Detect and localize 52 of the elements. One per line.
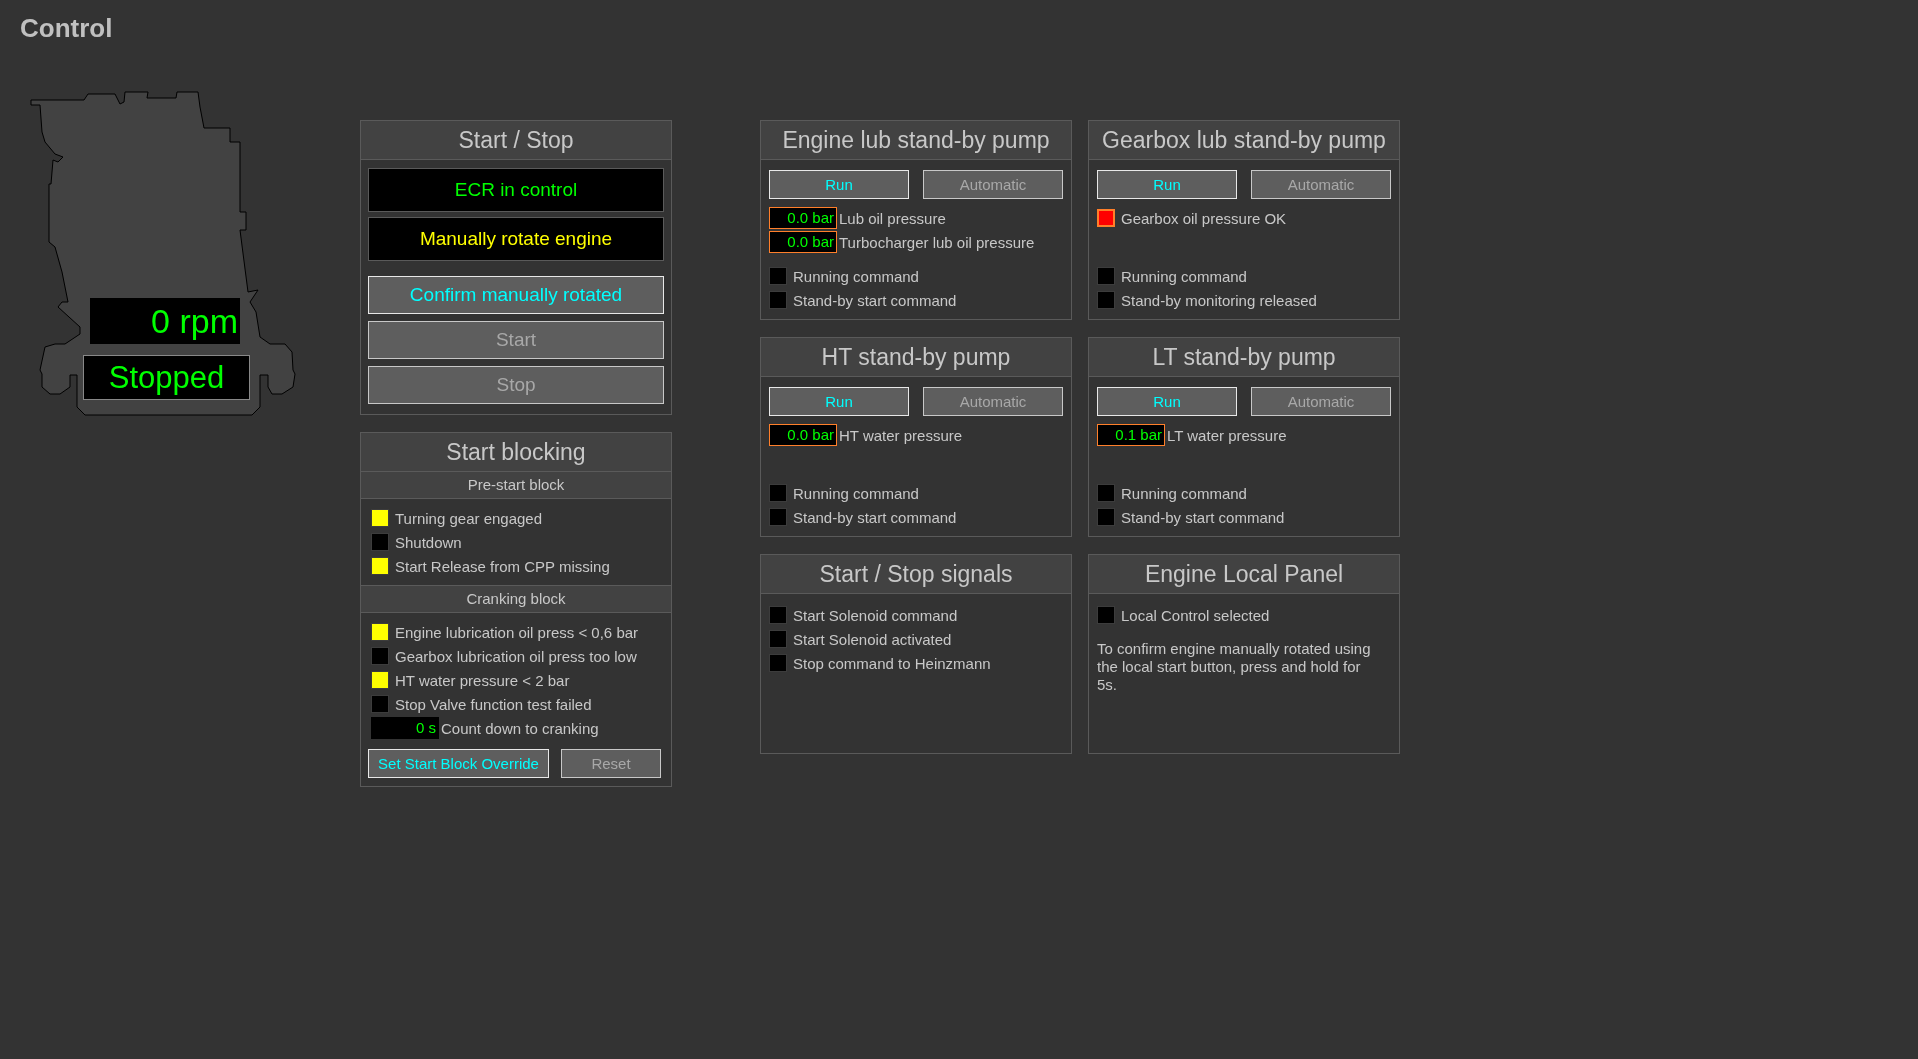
value-readout: 0 s [371, 717, 439, 739]
indicator-label: Running command [793, 267, 919, 285]
panel-title: HT stand-by pump [761, 338, 1071, 377]
panel-title: LT stand-by pump [1089, 338, 1399, 377]
indicator-label: Stop Valve function test failed [395, 695, 592, 713]
command-button[interactable]: Confirm manually rotated [368, 276, 664, 314]
indicator-label: Stand-by start command [1121, 508, 1285, 526]
indicator-label: Stand-by monitoring released [1121, 291, 1317, 309]
readout-label: HT water pressure [838, 426, 963, 444]
mode-button[interactable]: Run [1097, 170, 1237, 199]
readout-label: Lub oil pressure [838, 209, 946, 227]
indicator-label: HT water pressure < 2 bar [395, 671, 570, 689]
indicator-label: Running command [1121, 267, 1247, 285]
indicator-label: Gearbox lubrication oil press too low [395, 647, 637, 665]
readout-label: Turbocharger lub oil pressure [838, 233, 1035, 251]
value-readout: 0.0 bar [769, 207, 837, 229]
indicator-label: Local Control selected [1121, 606, 1270, 624]
indicator-label: Stop command to Heinzmann [793, 654, 991, 672]
indicator-label: Engine lubrication oil press < 0,6 bar [395, 623, 639, 641]
indicator-label: Stand-by start command [793, 291, 957, 309]
indicator-label: Running command [793, 484, 919, 502]
mode-button[interactable]: Run [769, 387, 909, 416]
section-header: Pre-start block [361, 472, 671, 499]
status-display: ECR in control [368, 168, 664, 212]
indicator-label: Running command [1121, 484, 1247, 502]
panel-title: Start / Stop signals [761, 555, 1071, 594]
engine-state-display: Stopped [83, 355, 250, 400]
panel-title: Engine Local Panel [1089, 555, 1399, 594]
indicator-label: Turning gear engaged [395, 509, 543, 527]
indicator-label: Start Release from CPP missing [395, 557, 610, 575]
mode-button[interactable]: Run [1097, 387, 1237, 416]
indicator-label: Shutdown [395, 533, 462, 551]
readout-label: Count down to cranking [440, 719, 599, 737]
status-display: Manually rotate engine [368, 217, 664, 261]
instruction-text: To confirm engine manually rotated using the local start button, press and hold for 5s. [1097, 640, 1371, 694]
indicator-label: Gearbox oil pressure OK [1121, 209, 1287, 227]
readout-label: LT water pressure [1166, 426, 1287, 444]
indicator-label: Stand-by start command [793, 508, 957, 526]
panel-title: Gearbox lub stand-by pump [1089, 121, 1399, 160]
value-readout: 0.0 bar [769, 424, 837, 446]
page-title: Control [19, 12, 114, 45]
mode-button[interactable]: Run [769, 170, 909, 199]
panel-title: Engine lub stand-by pump [761, 121, 1071, 160]
section-header: Cranking block [361, 585, 671, 613]
value-readout: 0.0 bar [769, 231, 837, 253]
indicator-label: Start Solenoid activated [793, 630, 952, 648]
value-readout: 0.1 bar [1097, 424, 1165, 446]
panel-title: Start / Stop [361, 121, 671, 160]
command-button[interactable]: Set Start Block Override [368, 749, 549, 778]
panel-title: Start blocking [361, 433, 671, 472]
indicator-label: Start Solenoid command [793, 606, 958, 624]
speed-display: 0 rpm [90, 298, 240, 344]
